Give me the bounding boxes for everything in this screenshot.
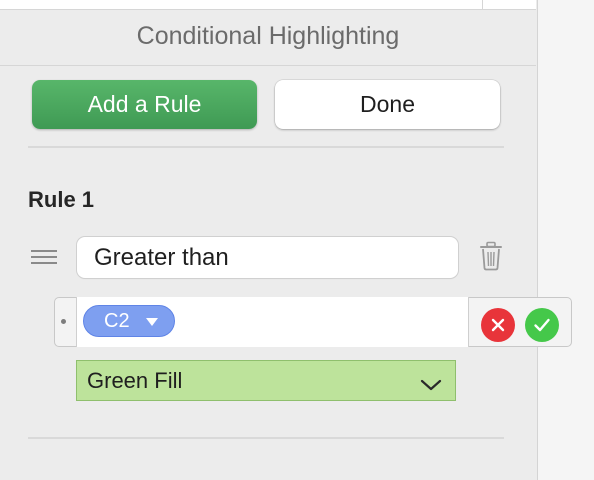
chevron-down-icon [419, 373, 443, 391]
table-edge [0, 0, 536, 10]
title-divider [0, 65, 536, 66]
conditional-highlighting-panel: Conditional Highlighting Add a Rule Done… [0, 0, 537, 480]
panel-title: Conditional Highlighting [136, 22, 400, 50]
condition-label: Greater than [94, 243, 229, 271]
section-divider-bottom [28, 437, 504, 439]
style-select-label: Green Fill [87, 367, 183, 393]
drag-handle-icon[interactable] [31, 250, 57, 266]
formula-editor[interactable]: C2 [54, 297, 572, 347]
cancel-formula-button[interactable] [481, 308, 515, 342]
triangle-down-icon[interactable] [146, 318, 158, 326]
rule-heading: Rule 1 [28, 187, 95, 212]
formula-input[interactable]: C2 [76, 297, 469, 347]
table-edge-divider [482, 0, 483, 9]
checkmark-icon [534, 318, 550, 332]
cell-reference-token[interactable]: C2 [83, 305, 175, 337]
style-select[interactable]: Green Fill [76, 360, 456, 401]
done-button[interactable]: Done [275, 80, 500, 129]
add-rule-button[interactable]: Add a Rule [32, 80, 257, 129]
close-icon [491, 318, 505, 332]
formula-handle-dot [61, 319, 66, 324]
trash-icon[interactable] [478, 241, 504, 271]
cell-reference-label: C2 [104, 309, 130, 332]
sidebar-edge [537, 0, 594, 480]
condition-select[interactable]: Greater than [77, 237, 458, 278]
section-divider [28, 146, 504, 148]
accept-formula-button[interactable] [525, 308, 559, 342]
